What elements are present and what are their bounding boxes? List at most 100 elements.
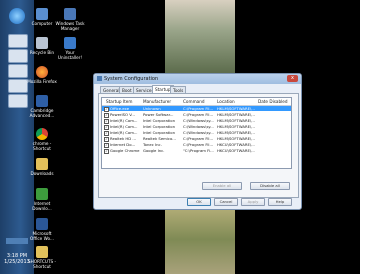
table-row[interactable]: ✓ Office.exe Unknown C:\Program Fil... H… bbox=[102, 106, 291, 112]
desktop-icon-firefox[interactable]: Mozilla Firefox bbox=[27, 66, 57, 84]
close-button[interactable]: x bbox=[287, 75, 298, 82]
cell-item: Google Chrome bbox=[110, 148, 140, 153]
dialog-title: System Configuration bbox=[104, 76, 159, 82]
mozilla-firefox-icon bbox=[36, 66, 48, 78]
cell-command: "C:\Program Fi... bbox=[183, 148, 214, 153]
desktop-icon-label: Recycle Bin bbox=[29, 50, 55, 55]
downloads-icon bbox=[36, 158, 48, 170]
desktop-icon-your-uninstaller[interactable]: Your Uninstaller! bbox=[55, 37, 85, 60]
microsoft-office-icon bbox=[36, 218, 48, 230]
cell-item: Intel(R) Com... bbox=[110, 124, 138, 129]
cell-location: HKLM\SOFTWARE\... bbox=[217, 124, 255, 129]
table-row[interactable]: ✓ Intel(R) Com... Intel Corporation C:\W… bbox=[102, 118, 291, 124]
desktop-icon-shortcuts[interactable]: SHORTCUTS - Shortcut bbox=[27, 246, 57, 269]
desktop-icon-label: Downloads bbox=[30, 171, 54, 176]
system-configuration-icon bbox=[97, 76, 102, 81]
your-uninstaller-icon bbox=[64, 37, 76, 49]
cambridge-advanced-icon bbox=[36, 95, 48, 107]
desktop-icon-internet-downloader[interactable]: Internet Downlo... bbox=[27, 188, 57, 211]
list-header: Startup Item Manufacturer Command Locati… bbox=[102, 98, 291, 106]
cell-manufacturer: Google Inc. bbox=[143, 148, 165, 153]
disable-all-button[interactable]: Disable all bbox=[250, 182, 290, 190]
cell-command: C:\Windows\sy... bbox=[183, 124, 214, 129]
table-row[interactable]: ✓ Internet Do... Tonec Inc. C:\Program F… bbox=[102, 142, 291, 148]
desktop-icon-downloads[interactable]: Downloads bbox=[27, 158, 57, 176]
title-bar[interactable]: System Configuration x bbox=[94, 74, 301, 84]
cell-location: HKLM\SOFTWARE\... bbox=[217, 136, 255, 141]
cell-location: HKLM\SOFTWARE\... bbox=[217, 106, 255, 111]
table-row[interactable]: ✓ Realtek HD ... Realtek Semico... C:\Pr… bbox=[102, 136, 291, 142]
cancel-button[interactable]: Cancel bbox=[214, 198, 238, 206]
desktop-icon-label: Cambridge Advanced... bbox=[29, 108, 55, 118]
cell-command: C:\Program Fil... bbox=[183, 112, 214, 117]
computer-icon bbox=[36, 8, 48, 20]
cell-location: HKLM\SOFTWARE\... bbox=[217, 130, 255, 135]
taskbar-button-2[interactable] bbox=[8, 49, 28, 63]
taskbar-button-1[interactable] bbox=[8, 34, 28, 48]
cell-manufacturer: Intel Corporation bbox=[143, 124, 176, 129]
shortcuts-icon bbox=[36, 246, 48, 258]
desktop-icon-cambridge[interactable]: Cambridge Advanced... bbox=[27, 95, 57, 118]
cell-item: Intel(R) Com... bbox=[110, 118, 138, 123]
cell-location: HKLM\SOFTWARE\... bbox=[217, 118, 255, 123]
internet-downloader-icon bbox=[36, 188, 48, 200]
cell-command: C:\Program Fil... bbox=[183, 106, 214, 111]
table-row[interactable]: ✓ PowerISO V... Power Softwar... C:\Prog… bbox=[102, 112, 291, 118]
column-command[interactable]: Command bbox=[183, 99, 205, 104]
cell-manufacturer: Realtek Semico... bbox=[143, 136, 176, 141]
cell-manufacturer: Intel Corporation bbox=[143, 118, 176, 123]
desktop-icon-label: Computer bbox=[31, 21, 53, 26]
table-row[interactable]: ✓ Intel(R) Com... Intel Corporation C:\W… bbox=[102, 130, 291, 136]
desktop-icon-recycle-bin[interactable]: Recycle Bin bbox=[27, 37, 57, 55]
apply-button[interactable]: Apply bbox=[241, 198, 265, 206]
taskbar-button-3[interactable] bbox=[8, 64, 28, 78]
start-button[interactable] bbox=[9, 8, 25, 24]
desktop-icon-chrome[interactable]: chrome - Shortcut bbox=[27, 128, 57, 151]
column-location[interactable]: Location bbox=[217, 99, 235, 104]
taskbar-button-4[interactable] bbox=[8, 79, 28, 93]
column-date-disabled[interactable]: Date Disabled bbox=[258, 99, 288, 104]
desktop-icon-label: Microsoft Office Wo... bbox=[30, 231, 54, 241]
cell-item: Office.exe bbox=[110, 106, 130, 111]
photo-building bbox=[165, 0, 235, 75]
tray-icons[interactable] bbox=[6, 238, 28, 244]
help-button[interactable]: Help bbox=[268, 198, 292, 206]
cell-item: PowerISO V... bbox=[110, 112, 135, 117]
screen: 3:18 PM 1/25/2013 Computer Windows Task … bbox=[0, 0, 365, 274]
system-configuration-dialog: System Configuration x General Boot Serv… bbox=[93, 73, 302, 210]
taskbar-button-5[interactable] bbox=[8, 94, 28, 108]
cell-item: Internet Do... bbox=[110, 142, 136, 147]
desktop-icon-label: Internet Downlo... bbox=[32, 201, 52, 211]
cell-manufacturer: Power Softwar... bbox=[143, 112, 174, 117]
desktop-icon-microsoft-office[interactable]: Microsoft Office Wo... bbox=[27, 218, 57, 241]
enable-all-button[interactable]: Enable all bbox=[202, 182, 242, 190]
cell-command: C:\Windows\sy... bbox=[183, 118, 214, 123]
chrome-icon bbox=[36, 128, 48, 140]
cell-location: HKLM\SOFTWARE\... bbox=[217, 112, 255, 117]
desktop-icon-label: Your Uninstaller! bbox=[57, 50, 83, 60]
cell-location: HKCU\SOFTWARE\... bbox=[217, 142, 255, 147]
cell-item: Intel(R) Com... bbox=[110, 130, 138, 135]
cell-command: C:\Program Fil... bbox=[183, 142, 214, 147]
desktop-icon-computer[interactable]: Computer bbox=[27, 8, 57, 26]
desktop-icon-label: Mozilla Firefox bbox=[27, 79, 57, 84]
column-startup-item[interactable]: Startup Item bbox=[106, 99, 132, 104]
photo-ground bbox=[165, 205, 235, 274]
table-row[interactable]: ✓ Intel(R) Com... Intel Corporation C:\W… bbox=[102, 124, 291, 130]
table-row[interactable]: ✓ Google Chrome Google Inc. "C:\Program … bbox=[102, 148, 291, 154]
windows-task-manager-icon bbox=[64, 8, 76, 20]
cell-item: Realtek HD ... bbox=[110, 136, 137, 141]
cell-manufacturer: Unknown bbox=[143, 106, 161, 111]
desktop-icon-task-manager[interactable]: Windows Task Manager bbox=[55, 8, 85, 31]
desktop-icon-label: chrome - Shortcut bbox=[32, 141, 52, 151]
column-manufacturer[interactable]: Manufacturer bbox=[143, 99, 171, 104]
desktop-icon-label: Windows Task Manager bbox=[55, 21, 85, 31]
startup-list[interactable]: Startup Item Manufacturer Command Locati… bbox=[101, 97, 292, 169]
cell-manufacturer: Intel Corporation bbox=[143, 130, 176, 135]
cell-location: HKCU\SOFTWARE\... bbox=[217, 148, 255, 153]
cell-command: C:\Windows\sy... bbox=[183, 130, 214, 135]
cell-command: C:\Program Fil... bbox=[183, 136, 214, 141]
ok-button[interactable]: OK bbox=[187, 198, 211, 206]
row-checkbox[interactable]: ✓ bbox=[104, 149, 109, 154]
cell-manufacturer: Tonec Inc. bbox=[143, 142, 162, 147]
